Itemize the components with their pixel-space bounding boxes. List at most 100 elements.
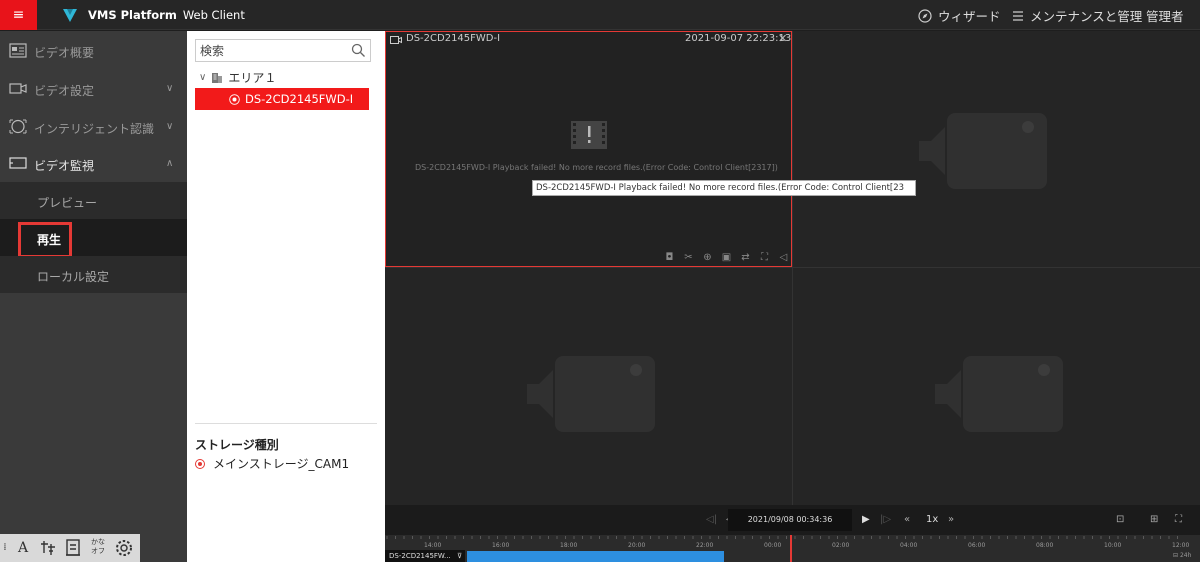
app-name: VMS Platform [88, 8, 177, 22]
area-label: エリア１ [228, 71, 277, 85]
chevron-down-icon[interactable]: ∨ [199, 72, 206, 83]
film-error-icon [571, 121, 607, 149]
wizard-label: ウィザード [938, 9, 1001, 24]
playback-time: 2021/09/08 00:34:36 [728, 509, 852, 531]
timeline-tick-label: 00:00 [764, 542, 782, 549]
maintenance-link[interactable]: メンテナンスと管理 [1012, 6, 1142, 25]
nav-sub-local-settings[interactable]: ローカル設定 [0, 256, 187, 293]
speed-label: 1x [926, 514, 939, 525]
menu-icon[interactable]: ≡ [0, 0, 37, 30]
frame-icon[interactable]: ▣ [720, 252, 733, 264]
tree-camera-node[interactable]: DS-2CD2145FWD-I [195, 88, 369, 110]
playback-controls: ◁| ◁ 2021/09/08 00:34:36 ▶ |▷ « 1x » ⊡ ⊞… [385, 505, 1200, 535]
search-icon[interactable] [351, 43, 366, 58]
grip-icon: ⁞ [3, 542, 7, 553]
search-input[interactable] [196, 40, 346, 61]
video-pane-2[interactable] [792, 31, 1200, 267]
nav-sub-preview[interactable]: プレビュー [0, 182, 187, 219]
video-pane-3[interactable] [385, 267, 792, 505]
timeline[interactable]: 14:00 16:00 18:00 20:00 22:00 00:00 02:00 04:00… [385, 535, 1200, 562]
timeline-camera-name: DS-2CD2145FW... [389, 552, 451, 560]
close-icon[interactable]: ✕ [778, 32, 787, 45]
radio-selected-icon[interactable] [195, 458, 205, 469]
video-grid: DS-2CD2145FWD-I 2021-09-07 22:23:13 ✕ DS… [385, 31, 1200, 505]
user-menu[interactable]: 管理者 [1146, 6, 1184, 25]
user-label: 管理者 [1146, 9, 1184, 24]
storage-option-label: メインストレージ_CAM1 [213, 457, 350, 471]
timeline-tick-label: 10:00 [1104, 542, 1122, 549]
app-root: ≡ VMS Platform Web Client ウィザード メンテナンスと管理… [0, 0, 1200, 562]
camera-label: DS-2CD2145FWD-I [245, 92, 354, 106]
sidebar: ビデオ概要 ビデオ設定 ∨ インテリジェント認識 ∨ ビデオ監視 ∧ プレビュー… [0, 31, 187, 562]
keyboard-icon[interactable] [63, 538, 83, 558]
timeline-tick-label: 04:00 [900, 542, 918, 549]
timeline-tick-label: 14:00 [424, 542, 442, 549]
gear-icon[interactable] [114, 538, 134, 558]
top-bar: ≡ VMS Platform Web Client ウィザード メンテナンスと管理… [0, 0, 1200, 30]
timeline-tick-label: 02:00 [832, 542, 850, 549]
error-tooltip: DS-2CD2145FWD-I Playback failed! No more… [532, 180, 916, 196]
layout-grid-icon[interactable]: ⊞ [1150, 514, 1158, 525]
nav-video-monitoring[interactable]: ビデオ監視 ∧ [0, 145, 187, 182]
fullscreen-icon[interactable]: ⛶ [758, 252, 771, 264]
search-box [195, 39, 371, 62]
speed-up-icon[interactable]: » [948, 514, 954, 525]
timeline-tick-label: 06:00 [968, 542, 986, 549]
timeline-camera-label: DS-2CD2145FW... ⊽ [385, 550, 465, 562]
overview-icon [9, 43, 27, 58]
nav-label: インテリジェント認識 [34, 122, 155, 136]
nav-sub-label: ローカル設定 [37, 270, 110, 284]
timeline-tick-label: 12:00 [1172, 542, 1190, 549]
chevron-down-icon: ∨ [166, 83, 174, 94]
snapshot-icon[interactable]: ◘ [663, 252, 676, 264]
nav-video-overview[interactable]: ビデオ概要 [0, 32, 187, 69]
chevron-up-icon: ∧ [166, 158, 174, 169]
fullscreen-icon[interactable]: ⛶ [1175, 514, 1182, 525]
sync-icon[interactable]: ⇄ [739, 252, 752, 264]
nav-video-settings[interactable]: ビデオ設定 ∨ [0, 70, 187, 107]
recognition-icon [9, 119, 27, 134]
nav-sub-label: プレビュー [37, 196, 98, 210]
camera-placeholder-icon [935, 356, 1063, 432]
storage-type-title: ストレージ種別 [195, 438, 279, 452]
zoom-icon[interactable]: ⊕ [701, 252, 714, 264]
wizard-link[interactable]: ウィザード [918, 6, 1001, 25]
slow-down-icon[interactable]: « [904, 514, 910, 525]
font-icon[interactable]: A [13, 538, 33, 558]
video-pane-4[interactable] [792, 267, 1200, 505]
nav-label: ビデオ監視 [34, 159, 95, 173]
nav-sub-playback[interactable]: 再生 [0, 219, 187, 258]
next-frame-icon[interactable]: |▷ [880, 514, 891, 525]
filter-icon[interactable]: ⊽ [457, 552, 462, 560]
storage-option-main[interactable]: メインストレージ_CAM1 [195, 455, 349, 472]
camera-placeholder-icon [527, 356, 655, 432]
app-title: VMS Platform Web Client [88, 8, 245, 22]
nav-intelligent-recognition[interactable]: インテリジェント認識 ∨ [0, 108, 187, 145]
minus-icon[interactable]: ⊟ [1173, 552, 1178, 559]
search-record-icon[interactable]: ⊡ [1116, 514, 1124, 525]
resource-tree-panel: ∨ エリア１ DS-2CD2145FWD-I ストレージ種別 メインストレージ_… [187, 31, 385, 562]
video-pane-1[interactable]: DS-2CD2145FWD-I 2021-09-07 22:23:13 ✕ DS… [385, 31, 792, 267]
building-icon [212, 72, 223, 83]
app-subtitle: Web Client [182, 8, 245, 22]
camera-icon [390, 36, 402, 44]
tree-area-node[interactable]: ∨ エリア１ [199, 69, 276, 86]
nav-label: ビデオ概要 [34, 46, 95, 60]
camera-status-icon [229, 93, 240, 105]
timeline-mode[interactable]: ⊟ 24h [1173, 552, 1191, 559]
timeline-tick-label: 16:00 [492, 542, 510, 549]
timeline-mode-label: 24h [1179, 552, 1192, 559]
list-icon [1013, 10, 1023, 21]
play-icon[interactable]: ▶ [862, 514, 870, 525]
language-icon[interactable] [38, 538, 58, 558]
kana-off-toggle[interactable]: かな オフ [88, 538, 108, 558]
audio-mute-icon[interactable]: ◁ [777, 252, 790, 264]
maintenance-label: メンテナンスと管理 [1030, 9, 1143, 24]
clip-icon[interactable]: ✂ [682, 252, 695, 264]
divider [195, 423, 377, 424]
timeline-cursor[interactable] [790, 535, 792, 562]
prev-frame-icon[interactable]: ◁| [706, 514, 717, 525]
bottom-toolbar: ⁞ A かな オフ [0, 534, 140, 562]
camera-settings-icon [9, 83, 27, 94]
pane-toolbar: ◘ ✂ ⊕ ▣ ⇄ ⛶ ◁ [663, 252, 790, 264]
